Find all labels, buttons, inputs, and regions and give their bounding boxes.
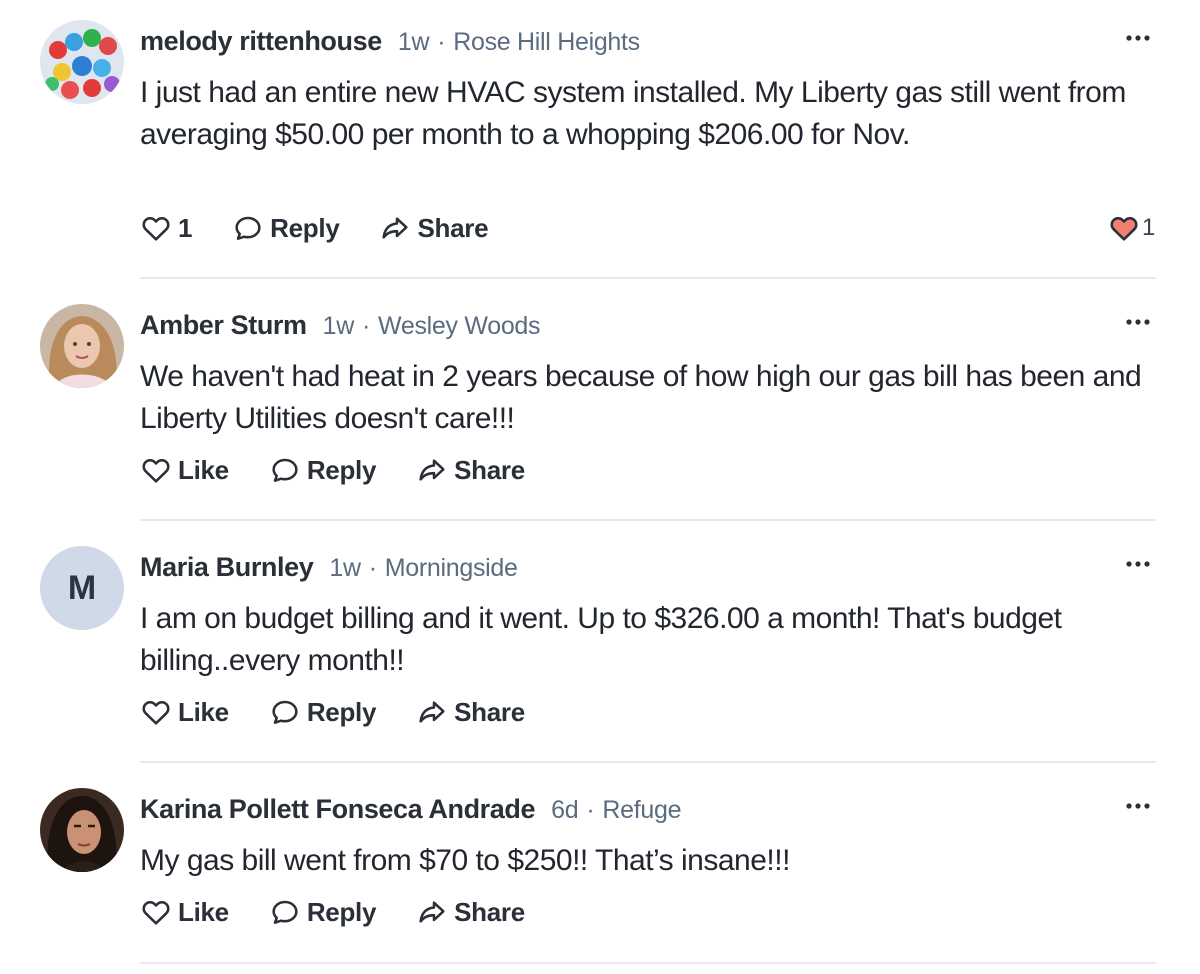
comment-age: 1w [397,28,430,56]
like-label: Like [178,696,229,727]
share-arrow-icon [419,459,445,481]
like-button[interactable]: Like [140,454,229,486]
like-button[interactable]: Like [140,896,229,928]
more-horizontal-icon [1126,35,1150,41]
avatar[interactable] [40,20,124,104]
like-button[interactable]: 1 [140,212,192,244]
reaction-count: 1 [1142,214,1156,241]
author-name[interactable]: Maria Burnley [140,552,314,583]
meta-separator: · [586,796,595,824]
comment-actions: 1 Reply Share [140,208,489,248]
comment-age: 1w [322,312,355,340]
like-label: Like [178,896,229,927]
meta-separator: · [362,312,371,340]
share-label: Share [454,454,525,485]
share-button[interactable]: Share [379,212,489,244]
heart-filled-icon [1110,217,1138,241]
more-options-button[interactable] [1118,552,1158,576]
share-arrow-icon [419,701,445,723]
reply-button[interactable]: Reply [269,696,376,728]
avatar-image [40,304,124,388]
share-label: Share [454,696,525,727]
comment-header: Maria Burnley 1w · Morningside [140,552,518,586]
comment-thread: melody rittenhouse 1w · Rose Hill Heights … [0,0,1200,974]
reply-button[interactable]: Reply [269,454,376,486]
more-horizontal-icon [1126,319,1150,325]
comment-text: My gas bill went from $70 to $250!! That… [140,844,790,877]
share-button[interactable]: Share [416,696,525,728]
reply-label: Reply [306,896,377,927]
author-location[interactable]: Wesley Woods [378,312,541,340]
meta-separator: · [437,28,446,56]
comment-age: 6d [551,796,579,824]
comment-divider [140,519,1156,521]
like-button[interactable]: Like [140,696,229,728]
like-label: Like [178,454,229,485]
more-options-button[interactable] [1118,794,1158,818]
heart-outline-icon [142,217,170,241]
speech-bubble-icon [272,458,298,482]
share-button[interactable]: Share [416,454,525,486]
comment-header: Karina Pollett Fonseca Andrade 6d · Refuge [140,794,681,828]
comment-meta: 1w · Wesley Woods [323,312,541,341]
comment-actions: Like Reply Share [140,692,525,732]
comment-text: I am on budget billing and it went. Up t… [140,602,1062,677]
share-label: Share [454,896,525,927]
more-horizontal-icon [1126,561,1150,567]
more-options-button[interactable] [1118,310,1158,334]
heart-outline-icon [142,459,170,483]
avatar[interactable]: M [40,546,124,630]
comment-meta: 1w · Rose Hill Heights [398,28,640,57]
comment-divider [140,277,1156,279]
reply-label: Reply [306,454,377,485]
speech-bubble-icon [272,900,298,924]
meta-separator: · [368,554,377,582]
more-horizontal-icon [1126,803,1150,809]
share-button[interactable]: Share [416,896,525,928]
author-location[interactable]: Morningside [385,554,518,582]
comment-header: Amber Sturm 1w · Wesley Woods [140,310,541,344]
share-arrow-icon [419,901,445,923]
author-name[interactable]: melody rittenhouse [140,26,382,57]
author-location[interactable]: Rose Hill Heights [453,28,640,56]
heart-outline-icon [142,701,170,725]
comment-header: melody rittenhouse 1w · Rose Hill Heights [140,26,640,60]
comment-meta: 6d · Refuge [551,796,681,825]
reply-label: Reply [306,696,377,727]
reply-button[interactable]: Reply [232,212,340,244]
comment-age: 1w [329,554,361,582]
comment-divider [140,962,1156,964]
reply-label: Reply [270,212,340,243]
comment-meta: 1w · Morningside [329,554,518,583]
comment-text: I just had an entire new HVAC system ins… [140,76,1126,151]
reply-button[interactable]: Reply [269,896,376,928]
avatar-image [40,788,124,872]
avatar[interactable] [40,304,124,388]
comment-actions: Like Reply Share [140,450,525,490]
reaction-summary[interactable]: 1 [1108,208,1155,248]
comment-divider [140,761,1156,763]
author-name[interactable]: Karina Pollett Fonseca Andrade [140,794,536,825]
author-name[interactable]: Amber Sturm [140,310,307,341]
share-label: Share [417,212,489,243]
like-label: 1 [178,212,193,243]
avatar[interactable] [40,788,124,872]
avatar-initial: M [67,568,97,607]
comment-text: We haven't had heat in 2 years because o… [140,360,1142,435]
avatar-image [40,20,124,104]
more-options-button[interactable] [1118,26,1158,50]
speech-bubble-icon [235,216,261,240]
heart-outline-icon [142,901,170,925]
comment-actions: Like Reply Share [140,892,525,932]
speech-bubble-icon [272,700,298,724]
author-location[interactable]: Refuge [602,796,681,824]
share-arrow-icon [382,217,409,239]
